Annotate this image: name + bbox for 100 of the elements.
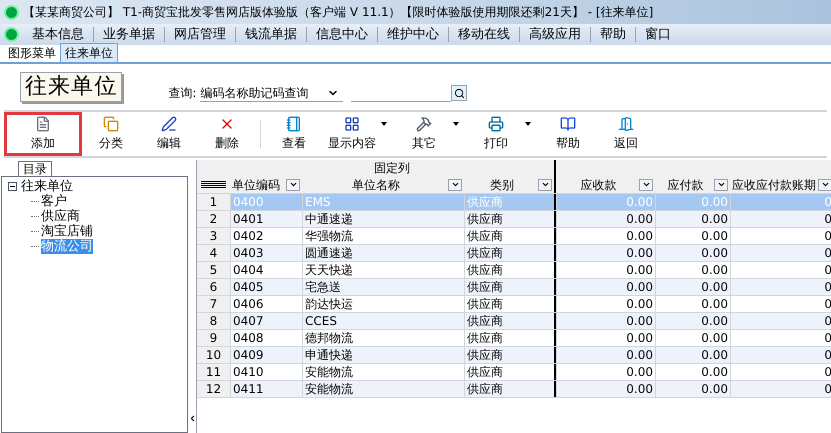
menu-item[interactable]: 基本信息: [23, 24, 93, 44]
table-cell: 0.00: [655, 364, 730, 380]
column-header[interactable]: 应付款: [657, 176, 714, 194]
filter-caret-icon[interactable]: [448, 178, 462, 190]
toolbar-button[interactable]: 编辑: [140, 112, 198, 156]
tab[interactable]: 图形菜单: [4, 44, 60, 62]
table-cell: 0.00: [556, 194, 655, 210]
table-cell: 0.00: [655, 211, 730, 227]
table-row[interactable]: 12 0411 安能物流 供应商 0.00 0.00 0: [197, 381, 831, 398]
table-row[interactable]: 1 0400 EMS 供应商 0.00 0.00 0: [197, 194, 831, 211]
row-number: 12: [197, 381, 230, 397]
page-title: 往来单位: [20, 72, 122, 102]
table-row[interactable]: 8 0407 CCES 供应商 0.00 0.00 0: [197, 313, 831, 330]
column-header[interactable]: 单位名称: [304, 176, 448, 194]
row-number: 11: [197, 364, 230, 380]
table-cell: 0.00: [556, 245, 655, 261]
collapse-icon[interactable]: [8, 182, 17, 191]
window-title: 【某某商贸公司】 T1-商贸宝批发零售网店版体验版（客户端 V 11.1）【限时体验版使用期限还剩21天】 - [往来单位]: [23, 4, 654, 21]
filter-caret-icon[interactable]: [286, 178, 300, 190]
column-header[interactable]: 应收款: [558, 176, 639, 194]
table-cell: 0: [730, 211, 831, 227]
table-cell: 0.00: [556, 296, 655, 312]
table-cell: 0: [730, 330, 831, 346]
toolbar-button[interactable]: 其它: [395, 112, 453, 156]
menu-item[interactable]: 信息中心: [307, 24, 377, 44]
column-header[interactable]: 单位编码: [232, 176, 280, 194]
table-cell: 德邦物流: [302, 330, 464, 346]
table-cell: 华强物流: [302, 228, 464, 244]
dropdown-arrow-icon[interactable]: [453, 122, 459, 126]
toolbar-button[interactable]: 删除: [198, 112, 256, 156]
menu-item[interactable]: 网店管理: [165, 24, 235, 44]
column-header[interactable]: 类别: [466, 176, 538, 194]
toolbar-button[interactable]: 打印: [467, 112, 525, 156]
table-cell: 0: [730, 381, 831, 397]
table-cell: 0.00: [655, 194, 730, 210]
table-cell: 0.00: [556, 228, 655, 244]
table-row[interactable]: 7 0406 韵达快运 供应商 0.00 0.00 0: [197, 296, 831, 313]
hammer-icon: [416, 116, 432, 132]
table-cell: 0.00: [655, 262, 730, 278]
table-cell: 0401: [230, 211, 302, 227]
toolbar-button[interactable]: 帮助: [539, 112, 597, 156]
dropdown-arrow-icon[interactable]: [525, 122, 531, 126]
filter-caret-icon[interactable]: [714, 178, 728, 190]
menu-item[interactable]: 业务单据: [94, 24, 164, 44]
toolbar-button[interactable]: 显示内容: [323, 112, 381, 156]
tree-item[interactable]: 客户: [41, 194, 67, 209]
table-cell: 0: [730, 296, 831, 312]
tree-item[interactable]: 往来单位: [21, 179, 73, 194]
query-label: 查询:: [168, 85, 196, 102]
table-cell: 0.00: [556, 381, 655, 397]
row-number: 4: [197, 245, 230, 261]
menu-item[interactable]: 高级应用: [520, 24, 590, 44]
tree-item[interactable]: 淘宝店铺: [41, 224, 93, 239]
table-row[interactable]: 11 0410 安能物流 供应商 0.00 0.00 0: [197, 364, 831, 381]
toolbar-button[interactable]: 返回: [597, 112, 655, 156]
table-cell: 0400: [230, 194, 302, 210]
group-header: 固定列: [373, 160, 411, 176]
tab[interactable]: 往来单位: [60, 43, 118, 62]
tree-item[interactable]: 供应商: [41, 209, 80, 224]
grid-icon: [344, 116, 360, 132]
table-cell: 0404: [230, 262, 302, 278]
row-number: 5: [197, 262, 230, 278]
tab[interactable]: 目录: [18, 161, 52, 176]
menu-item[interactable]: 钱流单据: [236, 24, 306, 44]
table-row[interactable]: 10 0409 申通快递 供应商 0.00 0.00 0: [197, 347, 831, 364]
column-header[interactable]: 应收应付款账期: [732, 176, 816, 194]
table-cell: EMS: [302, 194, 464, 210]
table-cell: 天天快递: [302, 262, 464, 278]
toolbar-button[interactable]: 分类: [82, 112, 140, 156]
row-number: 1: [197, 194, 230, 210]
filter-caret-icon[interactable]: [538, 178, 552, 190]
table-row[interactable]: 3 0402 华强物流 供应商 0.00 0.00 0: [197, 228, 831, 245]
toolbar-button[interactable]: 查看: [265, 112, 323, 156]
table-cell: 0.00: [655, 381, 730, 397]
table-row[interactable]: 4 0403 圆通速递 供应商 0.00 0.00 0: [197, 245, 831, 262]
filter-caret-icon[interactable]: [639, 178, 653, 190]
query-dropdown[interactable]: 编码名称助记码查询: [200, 84, 344, 102]
table-row[interactable]: 2 0401 中通速递 供应商 0.00 0.00 0: [197, 211, 831, 228]
table-cell: 0.00: [556, 211, 655, 227]
table-cell: 0.00: [655, 347, 730, 363]
menu-item[interactable]: 维护中心: [378, 24, 448, 44]
menu-item[interactable]: 移动在线: [449, 24, 519, 44]
filter-caret-icon[interactable]: [818, 178, 831, 190]
table-cell: 0: [730, 245, 831, 261]
book-icon: [560, 116, 576, 132]
menu-item[interactable]: 帮助: [591, 24, 635, 44]
table-cell: 0.00: [556, 279, 655, 295]
app-logo-icon: [4, 4, 19, 20]
toolbar-button[interactable]: 添加: [4, 112, 82, 156]
printer-icon: [488, 116, 504, 132]
table-row[interactable]: 6 0405 宅急送 供应商 0.00 0.00 0: [197, 279, 831, 296]
table-cell: 0.00: [556, 313, 655, 329]
table-row[interactable]: 9 0408 德邦物流 供应商 0.00 0.00 0: [197, 330, 831, 347]
table-row[interactable]: 5 0404 天天快递 供应商 0.00 0.00 0: [197, 262, 831, 279]
search-icon[interactable]: [451, 85, 468, 101]
dropdown-arrow-icon[interactable]: [381, 122, 387, 126]
table-cell: 安能物流: [302, 364, 464, 380]
copy-icon: [103, 116, 119, 132]
menu-item[interactable]: 窗口: [636, 24, 680, 44]
row-number: 10: [197, 347, 230, 363]
